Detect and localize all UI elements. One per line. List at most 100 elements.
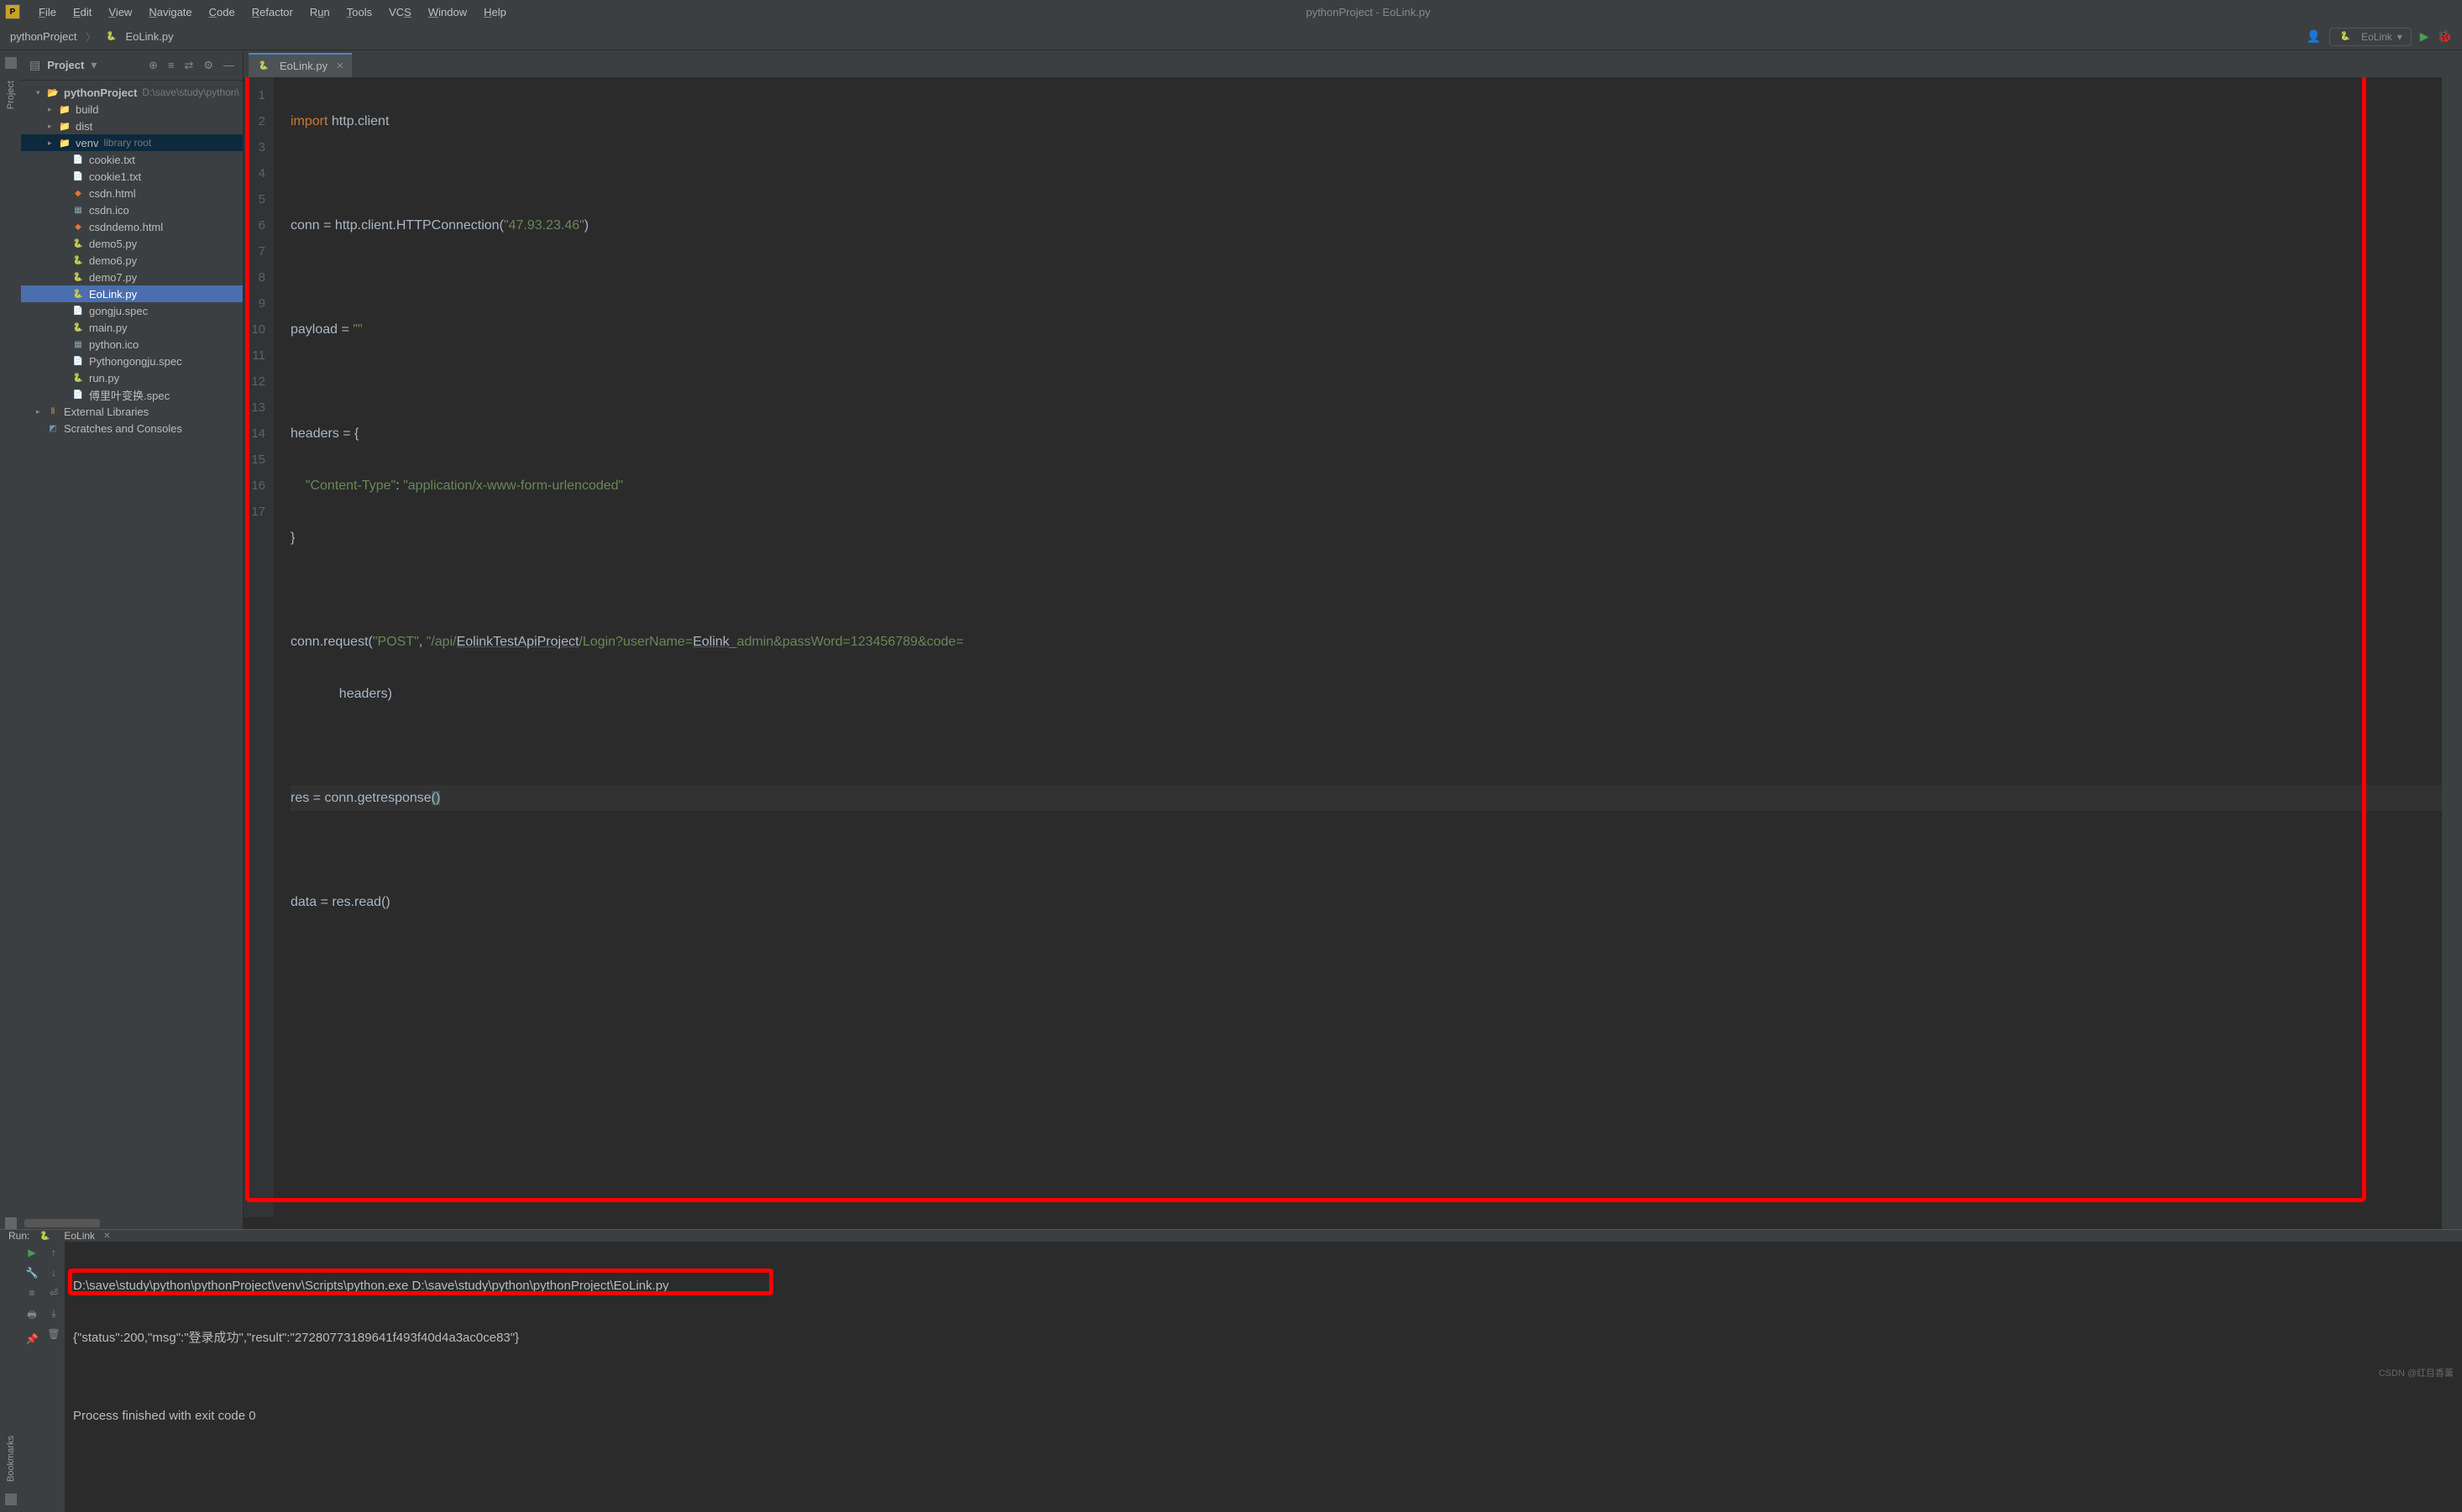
project-header: ▤ Project ▾ ⊕ ≡ ⇄ ⚙ — xyxy=(21,50,243,81)
line-number[interactable]: 6 xyxy=(249,212,265,238)
project-tool-label[interactable]: Project xyxy=(6,76,16,114)
rerun-icon[interactable]: ▶ xyxy=(28,1247,35,1258)
close-icon[interactable]: ✕ xyxy=(103,1232,110,1241)
menu-file[interactable]: File xyxy=(30,3,65,21)
tree-file[interactable]: 傅里叶变换.spec xyxy=(21,386,243,403)
collapse-all-icon[interactable]: ⇄ xyxy=(184,59,193,72)
menu-refactor[interactable]: Refactor xyxy=(244,3,301,21)
line-number[interactable]: 15 xyxy=(249,447,265,473)
scroll-icon[interactable]: ⤓ xyxy=(51,1307,55,1320)
project-tool-icon[interactable] xyxy=(5,57,17,69)
tree-folder-venv[interactable]: ▸venvlibrary root xyxy=(21,134,243,151)
menu-view[interactable]: View xyxy=(100,3,140,21)
line-number[interactable]: 17 xyxy=(249,499,265,525)
file-icon xyxy=(71,170,85,182)
line-number[interactable]: 4 xyxy=(249,160,265,186)
tree-file[interactable]: python.ico xyxy=(21,336,243,353)
tree-file[interactable]: demo6.py xyxy=(21,252,243,269)
expand-all-icon[interactable]: ≡ xyxy=(168,59,175,72)
line-number[interactable]: 12 xyxy=(249,369,265,395)
down-icon[interactable]: ↓ xyxy=(51,1267,56,1279)
tree-file[interactable]: run.py xyxy=(21,369,243,386)
run-button[interactable]: ▶ xyxy=(2420,29,2429,44)
root-path: D:\save\study\python\ xyxy=(142,86,238,98)
editor-h-scrollbar[interactable] xyxy=(244,1217,2442,1229)
menu-tools[interactable]: Tools xyxy=(338,3,380,21)
tree-folder-build[interactable]: ▸build xyxy=(21,101,243,118)
file-icon xyxy=(71,221,85,233)
tree-file[interactable]: demo7.py xyxy=(21,269,243,285)
menu-help[interactable]: Help xyxy=(475,3,515,21)
line-number[interactable]: 10 xyxy=(249,317,265,343)
dropdown-icon[interactable]: ▾ xyxy=(91,58,97,72)
settings-icon[interactable]: ⚙ xyxy=(203,59,213,72)
wrap-icon[interactable]: ⏎ xyxy=(50,1287,58,1299)
project-tree[interactable]: ▾pythonProjectD:\save\study\python\ ▸bui… xyxy=(21,81,243,1217)
tree-file[interactable]: main.py xyxy=(21,319,243,336)
file-icon xyxy=(71,187,85,199)
menu-edit[interactable]: Edit xyxy=(65,3,100,21)
line-number[interactable]: 9 xyxy=(249,290,265,317)
run-config-selector[interactable]: EoLink ▾ xyxy=(2329,28,2412,46)
user-icon[interactable]: 👤 xyxy=(2307,29,2321,44)
breadcrumb[interactable]: pythonProject 〉 EoLink.py xyxy=(10,29,174,44)
up-icon[interactable]: ↑ xyxy=(51,1247,56,1258)
pin-icon[interactable]: 📌 xyxy=(26,1333,39,1345)
menu-navigate[interactable]: Navigate xyxy=(140,3,200,21)
editor-body[interactable]: 1234567891011121314151617 import http.cl… xyxy=(244,77,2442,1217)
select-opened-icon[interactable]: ⊕ xyxy=(149,59,158,72)
tree-file[interactable]: EoLink.py xyxy=(21,285,243,302)
bookmarks-label[interactable]: Bookmarks xyxy=(6,1431,16,1487)
menu-run[interactable]: Run xyxy=(301,3,338,21)
breadcrumb-project[interactable]: pythonProject xyxy=(10,30,77,43)
tree-root[interactable]: ▾pythonProjectD:\save\study\python\ xyxy=(21,84,243,101)
console-line: Process finished with exit code 0 xyxy=(73,1403,2454,1429)
tree-external-libraries[interactable]: ▸⫴External Libraries xyxy=(21,403,243,420)
tree-file[interactable]: Pythongongju.spec xyxy=(21,353,243,369)
tree-folder-dist[interactable]: ▸dist xyxy=(21,118,243,134)
menu-vcs[interactable]: VCS xyxy=(380,3,420,21)
line-number[interactable]: 16 xyxy=(249,473,265,499)
stop-icon[interactable]: 🔧 xyxy=(26,1267,39,1279)
tree-scrollbar[interactable] xyxy=(21,1217,243,1229)
line-number[interactable]: 3 xyxy=(249,134,265,160)
line-number[interactable]: 13 xyxy=(249,395,265,421)
line-gutter[interactable]: 1234567891011121314151617 xyxy=(244,77,274,1217)
line-number[interactable]: 2 xyxy=(249,108,265,134)
tab-close-icon[interactable]: ✕ xyxy=(336,60,343,71)
clear-icon[interactable]: 🗑 xyxy=(47,1328,60,1340)
run-config[interactable]: EoLink xyxy=(64,1230,95,1242)
line-number[interactable]: 14 xyxy=(249,421,265,447)
breadcrumb-file[interactable]: EoLink.py xyxy=(126,30,174,43)
line-number[interactable]: 8 xyxy=(249,264,265,290)
file-icon xyxy=(71,204,85,216)
hide-icon[interactable]: — xyxy=(223,59,234,72)
print-icon[interactable]: 🖶 xyxy=(27,1307,36,1325)
run-panel: Run: EoLink ✕ Bookmarks ▶ 🔧 ≡ 🖶 📌 ↑ ↓ ⏎ … xyxy=(0,1229,2462,1384)
bookmarks-tool-icon[interactable] xyxy=(5,1217,17,1229)
file-icon xyxy=(71,154,85,165)
console-output[interactable]: D:\save\study\python\pythonProject\venv\… xyxy=(65,1242,2462,1512)
line-number[interactable]: 5 xyxy=(249,186,265,212)
tree-file[interactable]: cookie1.txt xyxy=(21,168,243,185)
line-number[interactable]: 7 xyxy=(249,238,265,264)
line-number[interactable]: 11 xyxy=(249,343,265,369)
tree-file[interactable]: gongju.spec xyxy=(21,302,243,319)
tree-file[interactable]: csdn.ico xyxy=(21,201,243,218)
folder-icon xyxy=(46,86,60,98)
bookmarks-icon[interactable] xyxy=(5,1494,17,1505)
tree-file[interactable]: cookie.txt xyxy=(21,151,243,168)
layout-icon[interactable]: ≡ xyxy=(29,1287,34,1299)
menu-window[interactable]: Window xyxy=(420,3,475,21)
tree-file[interactable]: demo5.py xyxy=(21,235,243,252)
project-title[interactable]: Project xyxy=(47,59,84,71)
file-icon xyxy=(71,322,85,333)
tree-file[interactable]: csdndemo.html xyxy=(21,218,243,235)
debug-button[interactable]: 🐞 xyxy=(2438,29,2452,44)
tree-scratches[interactable]: ◩Scratches and Consoles xyxy=(21,420,243,437)
line-number[interactable]: 1 xyxy=(249,82,265,108)
tree-file[interactable]: csdn.html xyxy=(21,185,243,201)
menu-code[interactable]: Code xyxy=(201,3,244,21)
editor-tab-eolink[interactable]: EoLink.py ✕ xyxy=(249,53,352,77)
code-editor[interactable]: import http.client conn = http.client.HT… xyxy=(274,77,2442,1217)
